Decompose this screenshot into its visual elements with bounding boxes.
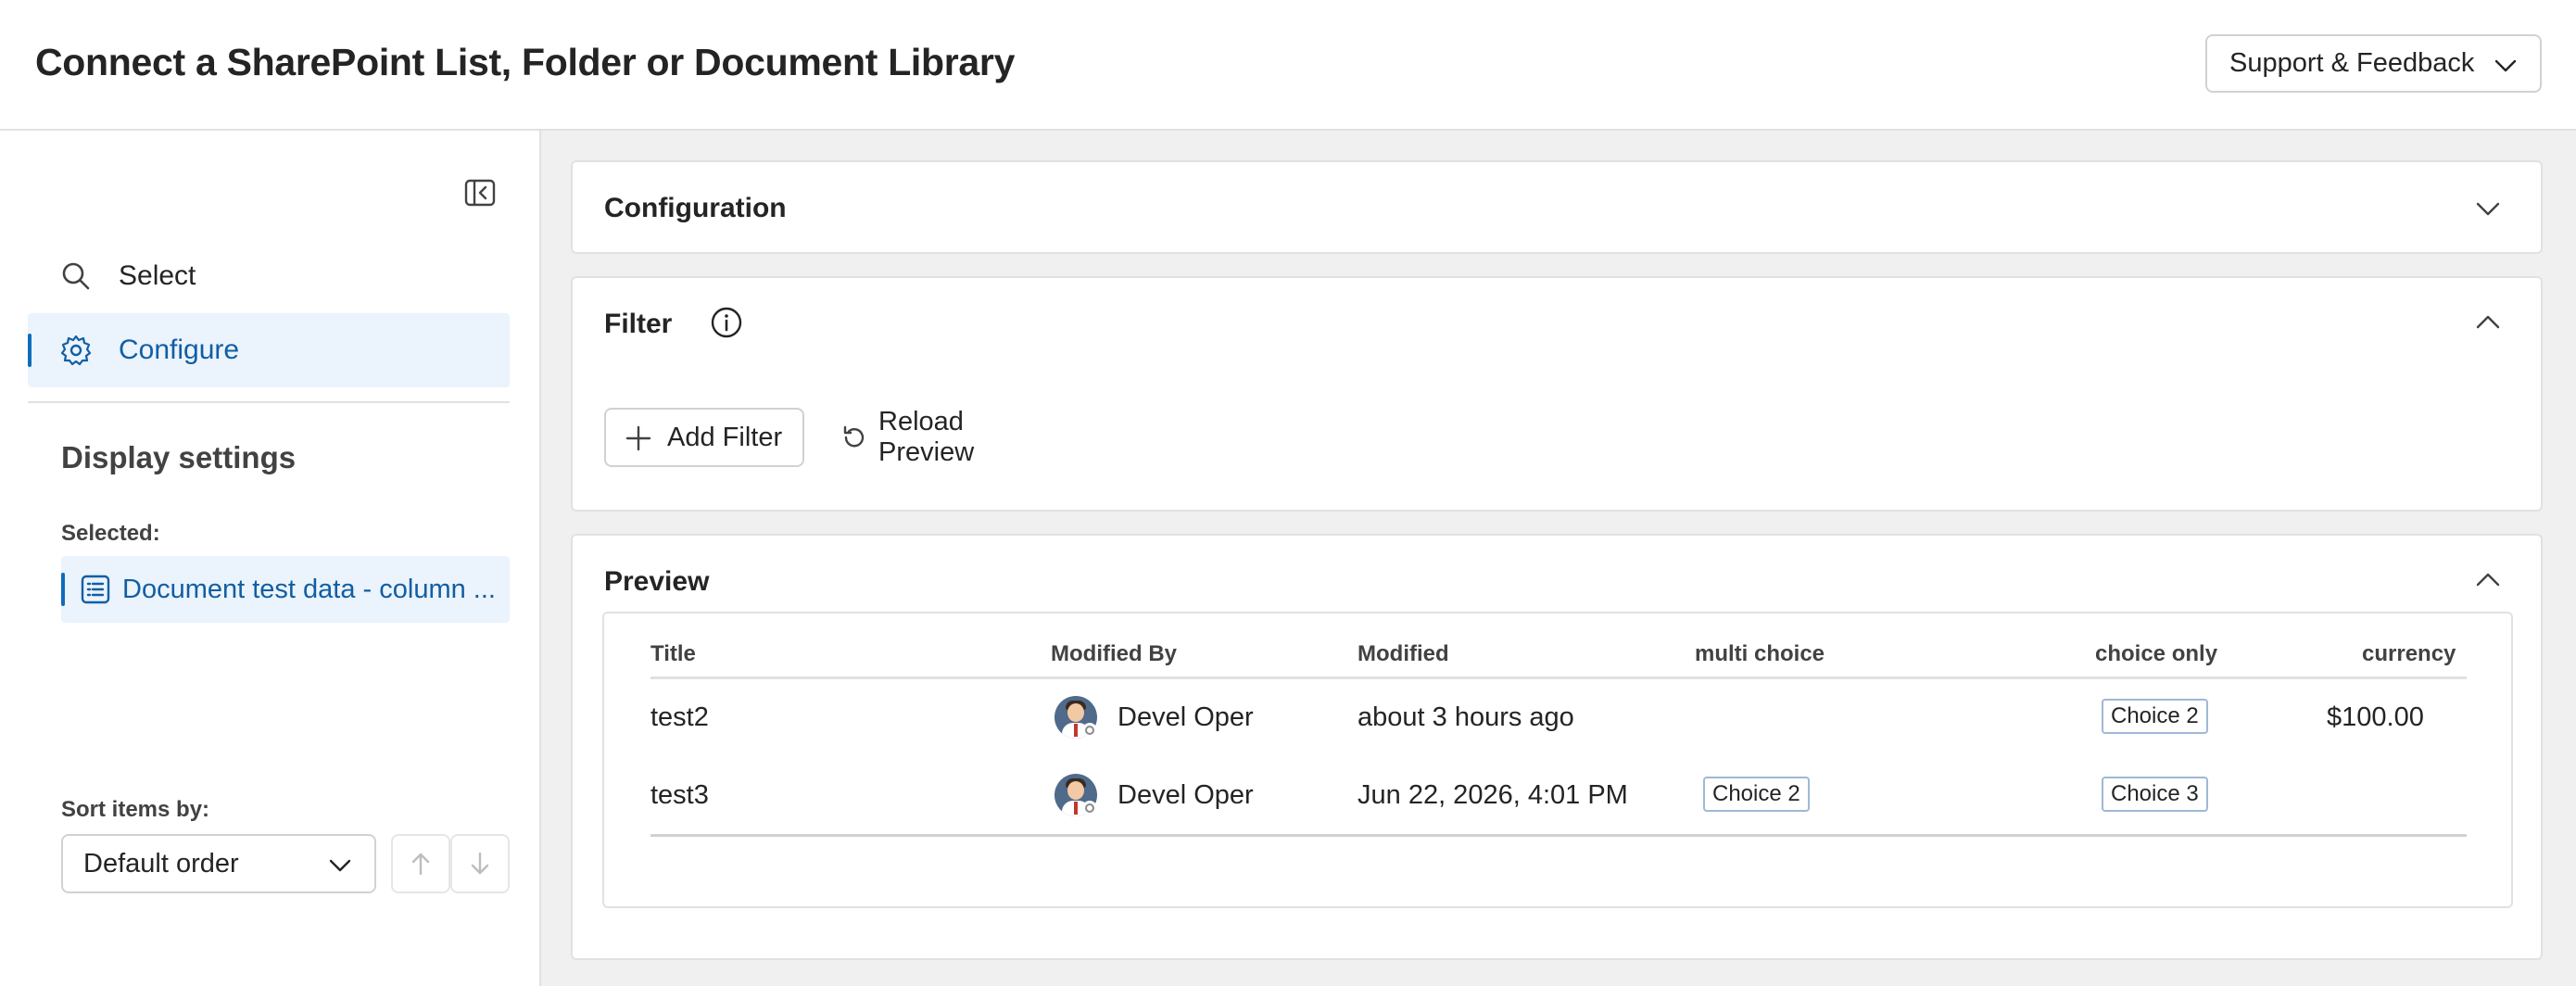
sidebar-item-select[interactable]: Select [28, 239, 510, 313]
preview-title: Preview [604, 566, 710, 597]
sort-order-value: Default order [83, 848, 239, 879]
column-header-choice-only[interactable]: choice only [2095, 641, 2217, 667]
sidebar-item-label: Select [119, 260, 196, 291]
cell-modified-by: Devel Oper [1118, 702, 1254, 732]
table-bottom-divider [650, 834, 2467, 837]
arrow-up-icon [411, 853, 430, 876]
table-header-divider [650, 676, 2467, 679]
main-panel: Configuration Filter Add Filter Reload P… [541, 131, 2576, 986]
chevron-down-icon[interactable] [2472, 193, 2504, 224]
sidebar-item-label: Configure [119, 335, 240, 365]
cell-title: test2 [650, 702, 709, 732]
preview-table: Title Modified By Modified multi choice … [602, 612, 2513, 908]
column-header-currency[interactable]: currency [2362, 641, 2456, 667]
selected-label: Selected: [61, 521, 160, 546]
chevron-up-icon[interactable] [2472, 307, 2504, 338]
filter-section: Filter Add Filter Reload Preview [571, 276, 2543, 512]
sort-descending-button[interactable] [450, 834, 510, 893]
sidebar-item-configure[interactable]: Configure [28, 313, 510, 387]
sort-label: Sort items by: [61, 797, 210, 822]
preview-section: Preview Title Modified By Modified multi… [571, 534, 2543, 960]
info-icon[interactable] [710, 306, 743, 339]
selected-list-item[interactable]: Document test data - column ... [61, 556, 510, 623]
cell-modified: Jun 22, 2026, 4:01 PM [1357, 780, 1628, 810]
column-header-modified-by[interactable]: Modified By [1051, 641, 1177, 667]
chevron-down-icon [329, 859, 351, 872]
selected-list-label: Document test data - column ... [122, 574, 496, 604]
cell-currency: $100.00 [2327, 702, 2424, 732]
gear-icon [60, 335, 92, 366]
choice-chip: Choice 2 [1703, 777, 1810, 812]
sidebar: Select Configure Display settings Select… [0, 131, 541, 986]
presence-offline-icon [1082, 801, 1097, 815]
reload-preview-button[interactable]: Reload Preview [823, 407, 1064, 467]
sort-ascending-button[interactable] [391, 834, 450, 893]
configuration-title: Configuration [604, 193, 787, 223]
list-icon [81, 575, 110, 604]
configuration-section[interactable]: Configuration [571, 160, 2543, 254]
column-header-multi-choice[interactable]: multi choice [1695, 641, 1825, 667]
chevron-up-icon[interactable] [2472, 564, 2504, 596]
display-settings-heading: Display settings [61, 440, 297, 474]
chevron-down-icon [2494, 59, 2517, 72]
support-feedback-label: Support & Feedback [2229, 48, 2475, 78]
search-icon [62, 262, 90, 290]
reload-icon [843, 425, 865, 448]
presence-offline-icon [1082, 723, 1097, 738]
arrow-down-icon [471, 852, 489, 875]
reload-preview-label: Reload Preview [878, 407, 975, 467]
choice-chip: Choice 2 [2102, 699, 2208, 734]
sort-order-select[interactable]: Default order [61, 834, 376, 893]
page-title: Connect a SharePoint List, Folder or Doc… [35, 41, 1016, 83]
cell-modified-by: Devel Oper [1118, 780, 1254, 810]
column-header-modified[interactable]: Modified [1357, 641, 1449, 667]
plus-icon [625, 425, 651, 451]
add-filter-button[interactable]: Add Filter [604, 408, 804, 467]
cell-title: test3 [650, 780, 709, 810]
choice-chip: Choice 3 [2102, 777, 2208, 812]
sidebar-divider [28, 401, 510, 403]
add-filter-label: Add Filter [667, 422, 783, 452]
cell-modified: about 3 hours ago [1357, 702, 1574, 732]
filter-title: Filter [604, 309, 673, 339]
panel-collapse-icon[interactable] [463, 176, 497, 209]
header-bar: Connect a SharePoint List, Folder or Doc… [0, 0, 2576, 131]
support-feedback-button[interactable]: Support & Feedback [2205, 34, 2542, 93]
column-header-title[interactable]: Title [650, 641, 696, 667]
